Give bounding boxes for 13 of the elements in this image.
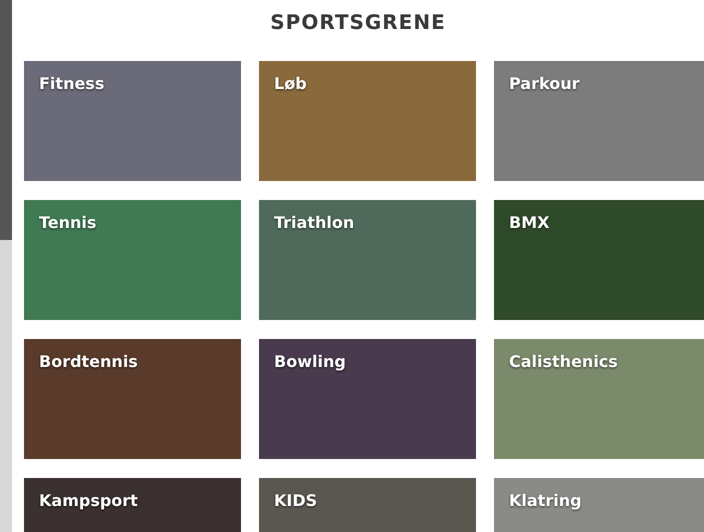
sport-tile[interactable]: Klatring — [494, 478, 704, 532]
sport-tile[interactable]: Calisthenics — [494, 339, 704, 459]
sport-tile[interactable]: Kampsport — [24, 478, 241, 532]
sport-tile[interactable]: Tennis — [24, 200, 241, 320]
sport-tile[interactable]: Løb — [259, 61, 476, 181]
sport-tile[interactable]: BMX — [494, 200, 704, 320]
sport-tile[interactable]: Parkour — [494, 61, 704, 181]
section-heading: SPORTSGRENE — [269, 9, 447, 36]
sport-tile[interactable]: KIDS — [259, 478, 476, 532]
sport-tile[interactable]: Bowling — [259, 339, 476, 459]
sport-tile[interactable]: Bordtennis — [24, 339, 241, 459]
sport-tile[interactable]: Triathlon — [259, 200, 476, 320]
sport-tile[interactable]: Fitness — [24, 61, 241, 181]
